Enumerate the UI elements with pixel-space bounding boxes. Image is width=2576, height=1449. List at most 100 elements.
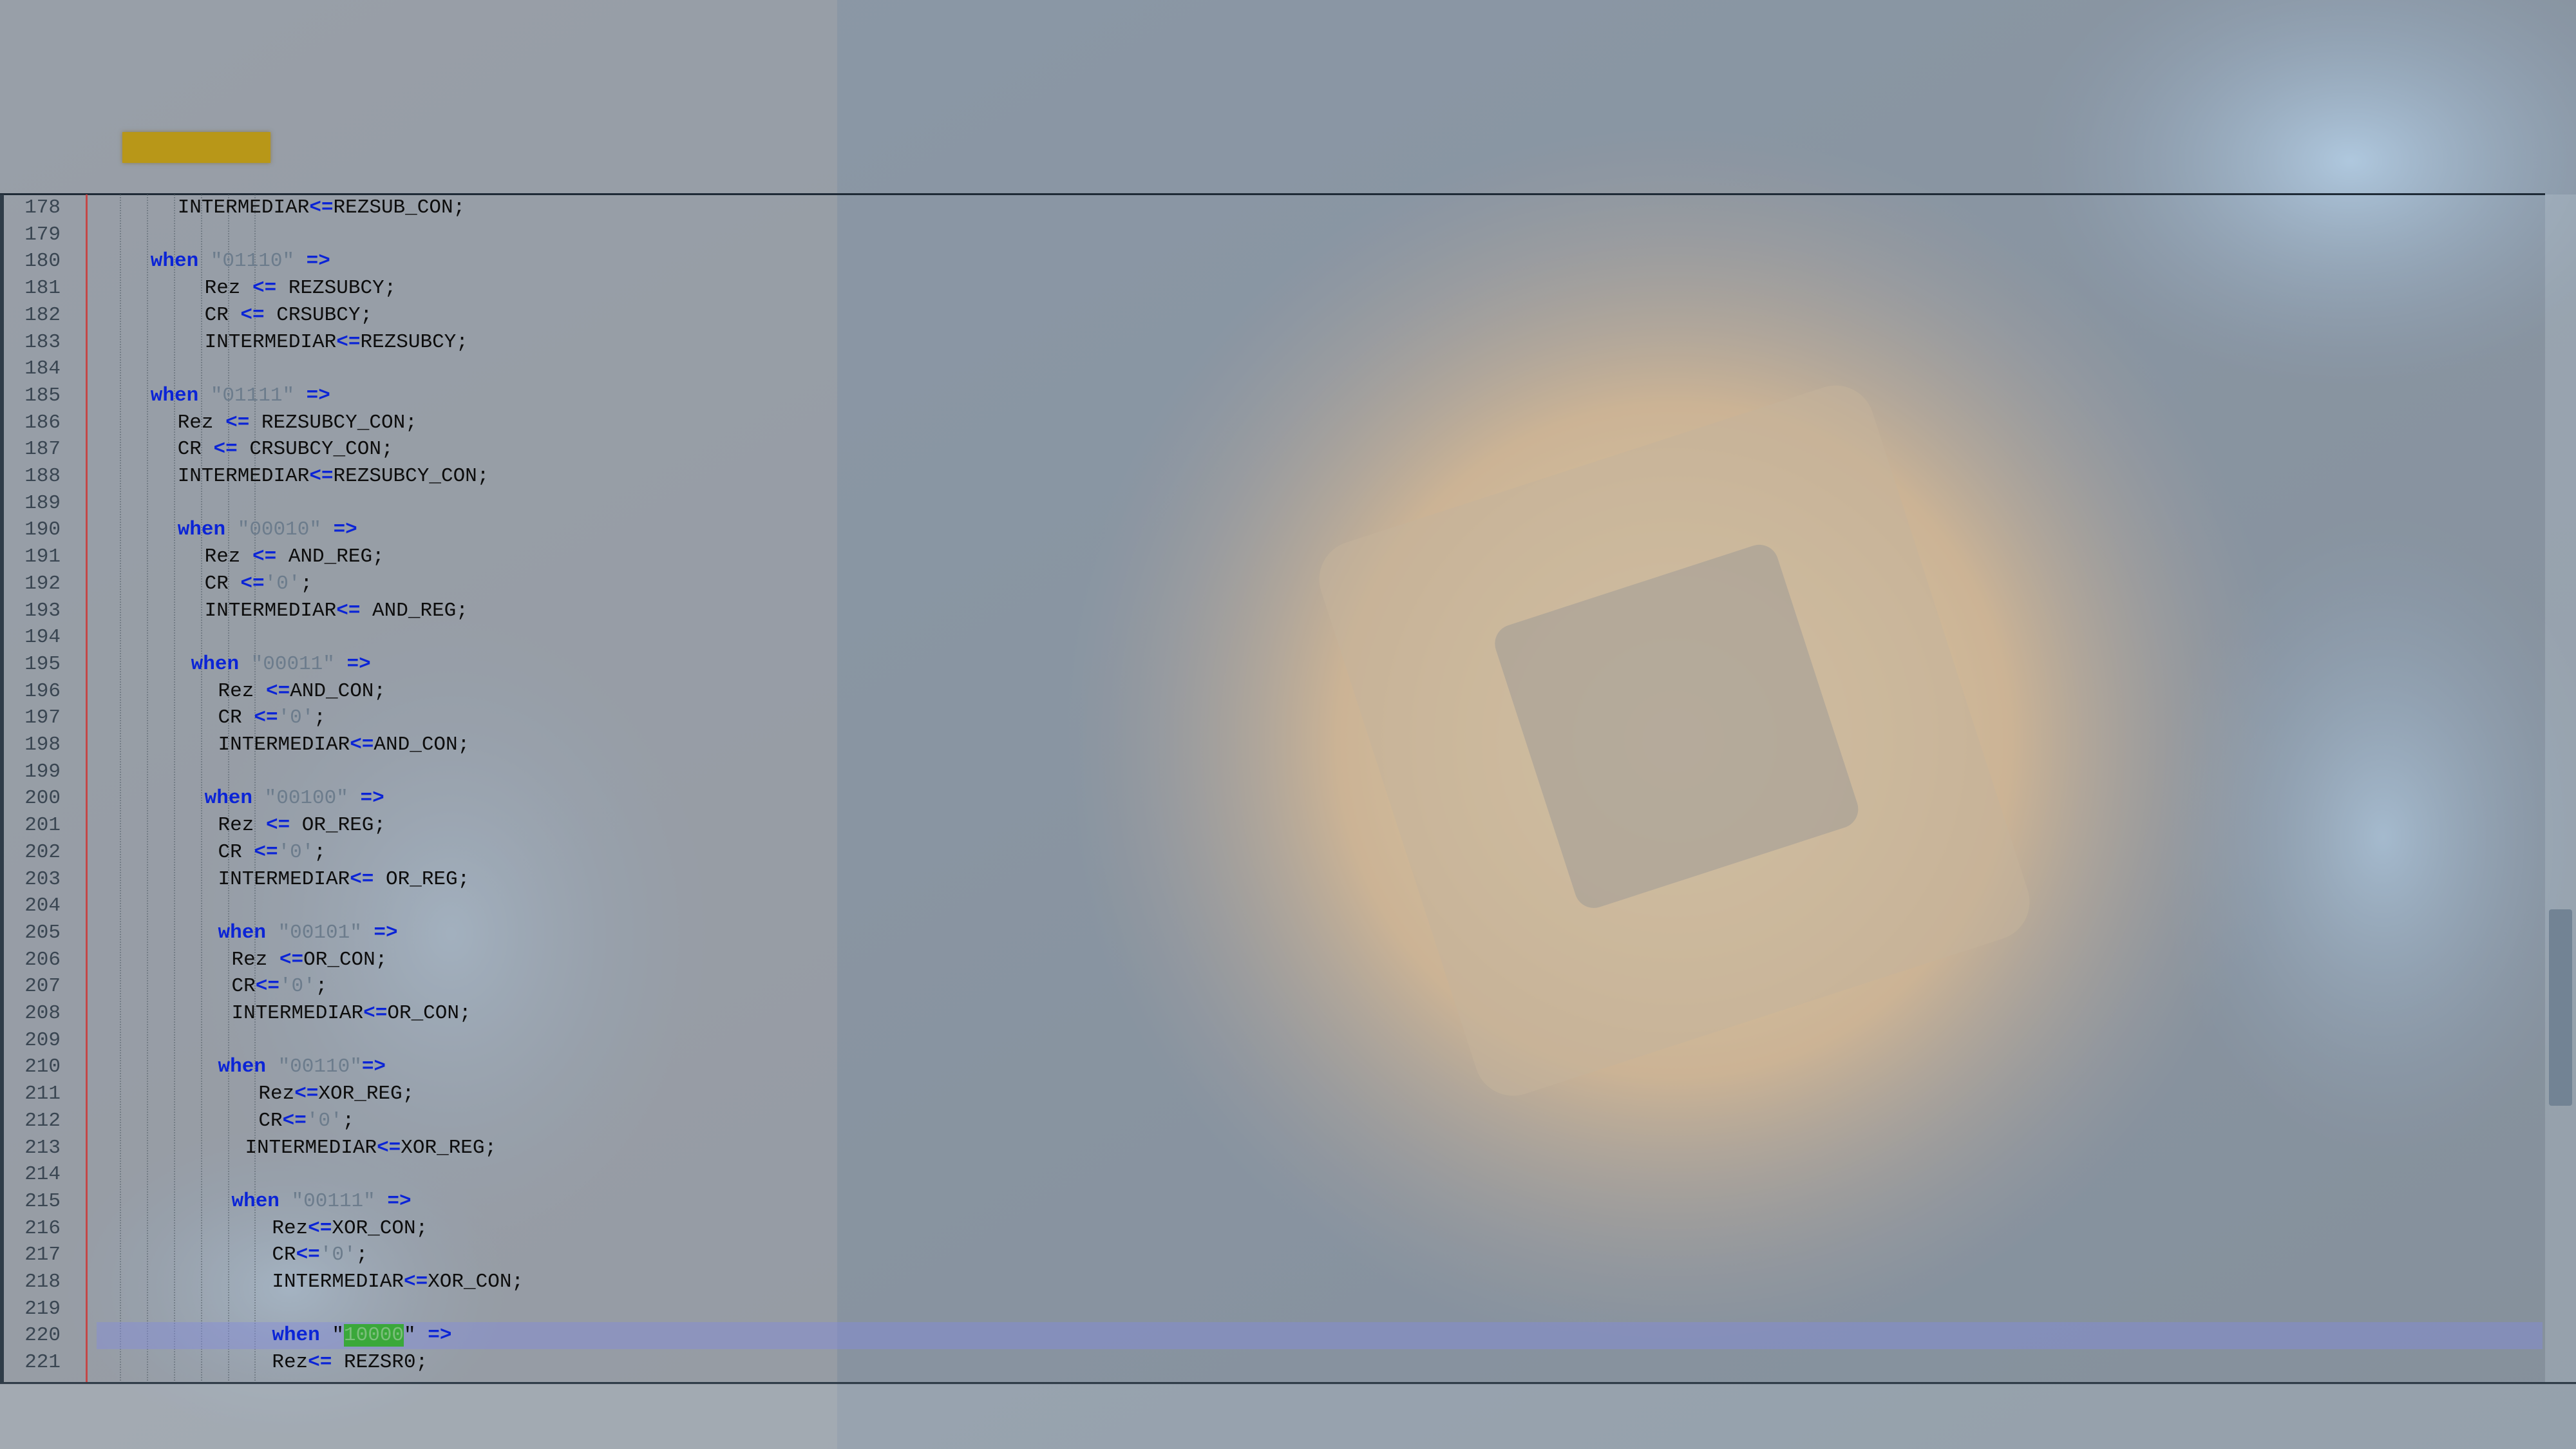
code-token: <= bbox=[225, 411, 250, 434]
code-token: Rez bbox=[204, 545, 253, 569]
code-line[interactable]: 192 CR <='0'; bbox=[0, 571, 2545, 598]
code-line[interactable]: 213 INTERMEDIAR<=XOR_REG; bbox=[0, 1135, 2545, 1162]
code-line[interactable]: 210 when "00110"=> bbox=[0, 1054, 2545, 1081]
line-number: 206 bbox=[24, 948, 61, 971]
code-line[interactable]: 186 Rez <= REZSUBCY_CON; bbox=[0, 410, 2545, 437]
code-token: OR_CON; bbox=[387, 1002, 471, 1025]
code-line[interactable]: 200 when "00100" => bbox=[0, 785, 2545, 812]
code-token: Rez bbox=[272, 1351, 308, 1374]
code-text: Rez<=XOR_REG; bbox=[258, 1081, 414, 1108]
code-token: INTERMEDIAR bbox=[204, 599, 337, 622]
code-line[interactable]: 194 bbox=[0, 624, 2545, 651]
line-number: 178 bbox=[24, 196, 61, 219]
code-line[interactable]: 190 when "00010" => bbox=[0, 516, 2545, 544]
code-line[interactable]: 205 when "00101" => bbox=[0, 920, 2545, 947]
code-token: CR bbox=[177, 438, 214, 461]
code-token: INTERMEDIAR bbox=[272, 1271, 404, 1293]
code-line[interactable]: 179 bbox=[0, 222, 2545, 249]
code-line[interactable]: 212 CR<='0'; bbox=[0, 1108, 2545, 1135]
code-line[interactable]: 201 Rez <= OR_REG; bbox=[0, 812, 2545, 839]
code-token: <= bbox=[309, 196, 334, 219]
code-line[interactable]: 195 when "00011" => bbox=[0, 651, 2545, 678]
code-token: <= bbox=[252, 277, 277, 300]
code-token: INTERMEDIAR bbox=[245, 1136, 377, 1159]
code-token: => bbox=[374, 921, 398, 944]
code-token: ; bbox=[300, 572, 313, 595]
code-line[interactable]: 218 INTERMEDIAR<=XOR_CON; bbox=[0, 1269, 2545, 1296]
code-token: <= bbox=[213, 438, 238, 461]
code-line[interactable]: 182 CR <= CRSUBCY; bbox=[0, 302, 2545, 329]
line-number: 218 bbox=[24, 1271, 61, 1293]
line-number: 188 bbox=[24, 465, 61, 488]
code-line[interactable]: 197 CR <='0'; bbox=[0, 705, 2545, 732]
code-token: REZSR0; bbox=[332, 1351, 428, 1374]
line-number: 192 bbox=[24, 572, 61, 595]
line-number: 204 bbox=[24, 895, 61, 918]
code-line[interactable]: 189 bbox=[0, 490, 2545, 517]
code-line[interactable]: 206 Rez <=OR_CON; bbox=[0, 947, 2545, 974]
line-number: 194 bbox=[24, 626, 61, 649]
code-line[interactable]: 220 when "10000" => bbox=[0, 1322, 2545, 1350]
code-token: " bbox=[404, 1324, 428, 1347]
code-line[interactable]: 184 bbox=[0, 355, 2545, 383]
line-number: 219 bbox=[24, 1297, 61, 1320]
code-line[interactable]: 209 bbox=[0, 1027, 2545, 1054]
code-token: <= bbox=[296, 1244, 320, 1267]
code-line[interactable]: 207 CR<='0'; bbox=[0, 973, 2545, 1000]
code-line[interactable]: 214 bbox=[0, 1161, 2545, 1188]
code-token: OR_CON; bbox=[303, 948, 388, 971]
code-line[interactable]: 188 INTERMEDIAR<=REZSUBCY_CON; bbox=[0, 463, 2545, 490]
code-line[interactable]: 215 when "00111" => bbox=[0, 1188, 2545, 1215]
code-text: CR<='0'; bbox=[272, 1242, 368, 1269]
code-token: <= bbox=[403, 1271, 428, 1293]
code-line[interactable]: 180 when "01110" => bbox=[0, 248, 2545, 275]
code-line[interactable]: 185 when "01111" => bbox=[0, 383, 2545, 410]
code-text: Rez <=AND_CON; bbox=[218, 678, 386, 705]
status-area bbox=[0, 1385, 2576, 1449]
code-line[interactable]: 202 CR <='0'; bbox=[0, 839, 2545, 866]
code-token: when bbox=[218, 1056, 266, 1079]
code-line[interactable]: 216 Rez<=XOR_CON; bbox=[0, 1215, 2545, 1242]
code-token: Rez bbox=[177, 411, 226, 434]
code-token: => bbox=[387, 1189, 412, 1213]
code-text: INTERMEDIAR<= AND_REG; bbox=[205, 598, 468, 625]
line-number: 217 bbox=[24, 1244, 61, 1267]
scrollbar-thumb[interactable] bbox=[2549, 909, 2572, 1106]
code-token: "00011" bbox=[251, 652, 335, 676]
code-token: <= bbox=[377, 1136, 401, 1159]
active-tab[interactable] bbox=[122, 132, 270, 163]
code-line[interactable]: 191 Rez <= AND_REG; bbox=[0, 544, 2545, 571]
code-token: INTERMEDIAR bbox=[177, 465, 310, 488]
line-number: 189 bbox=[24, 491, 61, 515]
code-line[interactable]: 199 bbox=[0, 759, 2545, 786]
code-line[interactable]: 217 CR<='0'; bbox=[0, 1242, 2545, 1269]
line-number: 183 bbox=[24, 330, 61, 354]
vertical-scrollbar[interactable] bbox=[2545, 194, 2576, 1383]
code-line[interactable]: 183 INTERMEDIAR<=REZSUBCY; bbox=[0, 329, 2545, 356]
code-line[interactable]: 178 INTERMEDIAR<=REZSUB_CON; bbox=[0, 194, 2545, 222]
code-text: when "01110" => bbox=[151, 248, 330, 275]
code-token: '0' bbox=[278, 706, 314, 730]
code-editor[interactable]: 178 INTERMEDIAR<=REZSUB_CON; 179 180 when "0… bbox=[0, 194, 2545, 1383]
code-line[interactable]: 204 bbox=[0, 893, 2545, 920]
code-line[interactable]: 221 Rez<= REZSR0; bbox=[0, 1349, 2545, 1376]
code-token: INTERMEDIAR bbox=[204, 330, 337, 354]
code-text: CR <='0'; bbox=[205, 571, 312, 598]
code-line[interactable]: 196 Rez <=AND_CON; bbox=[0, 678, 2545, 705]
code-line[interactable]: 198 INTERMEDIAR<=AND_CON; bbox=[0, 732, 2545, 759]
code-token: Rez bbox=[272, 1217, 308, 1240]
code-line[interactable]: 193 INTERMEDIAR<= AND_REG; bbox=[0, 598, 2545, 625]
current-line-highlight bbox=[97, 1322, 2543, 1350]
code-line[interactable]: 187 CR <= CRSUBCY_CON; bbox=[0, 436, 2545, 463]
code-token: REZSUBCY_CON; bbox=[333, 465, 489, 488]
code-line[interactable]: 211 Rez<=XOR_REG; bbox=[0, 1081, 2545, 1108]
code-token: "00010" bbox=[237, 518, 321, 542]
code-line[interactable]: 208 INTERMEDIAR<=OR_CON; bbox=[0, 1000, 2545, 1027]
code-line[interactable]: 219 bbox=[0, 1296, 2545, 1323]
code-line[interactable]: 181 Rez <= REZSUBCY; bbox=[0, 275, 2545, 302]
code-line[interactable]: 203 INTERMEDIAR<= OR_REG; bbox=[0, 866, 2545, 893]
code-token: <= bbox=[240, 303, 265, 327]
line-number: 181 bbox=[24, 277, 61, 300]
